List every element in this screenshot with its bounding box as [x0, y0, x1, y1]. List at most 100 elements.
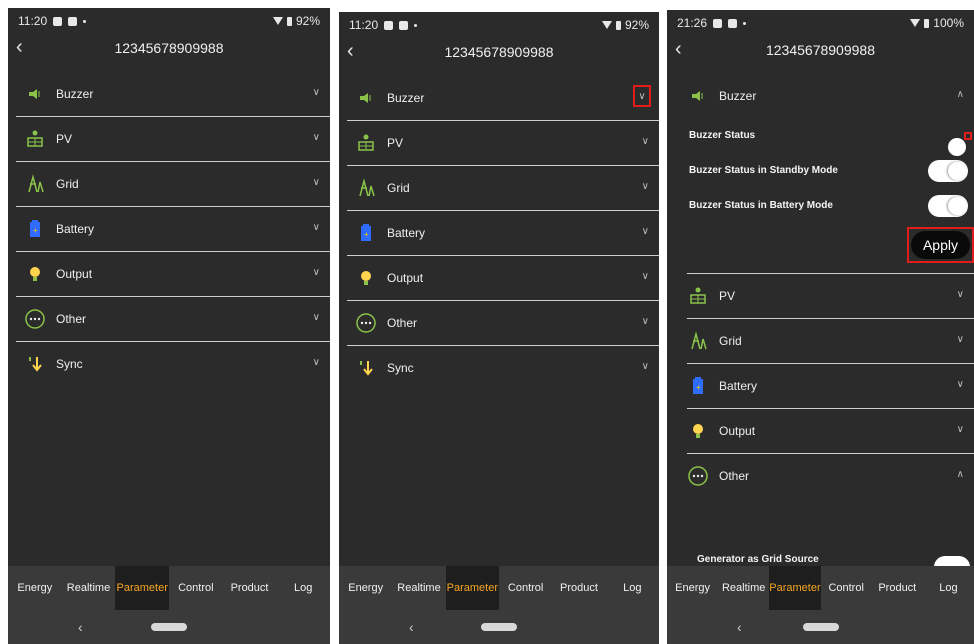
section-pv[interactable]: PV ∨ — [16, 117, 330, 162]
tab-product[interactable]: Product — [872, 566, 923, 610]
chevron-down-icon[interactable]: ∨ — [313, 312, 320, 323]
chevron-up-icon[interactable]: ∧ — [957, 89, 964, 100]
phone-screen-3: 21:26 100% ‹ 12345678909988 Buzzer ∧ Buz… — [667, 10, 974, 644]
parameter-list: Buzzer ∨ PV ∨ Grid ∨ + Battery ∨ Output … — [8, 72, 330, 386]
tab-control[interactable]: Control — [169, 566, 223, 610]
chevron-up-icon[interactable]: ∧ — [957, 469, 964, 480]
battery-percent: 92% — [295, 14, 320, 28]
standby-buzzer-toggle[interactable] — [928, 159, 968, 182]
setting-label: Buzzer Status — [689, 130, 756, 141]
tab-log[interactable]: Log — [606, 566, 659, 610]
tab-control[interactable]: Control — [821, 566, 872, 610]
section-buzzer[interactable]: Buzzer ∨ — [347, 76, 659, 121]
buzzer-settings: Buzzer Status Buzzer Status in Standby M… — [687, 118, 974, 273]
nav-back-icon[interactable]: ‹ — [78, 619, 83, 635]
chevron-down-icon[interactable]: ∨ — [633, 85, 651, 107]
chevron-down-icon[interactable]: ∨ — [313, 87, 320, 98]
section-output[interactable]: Output ∨ — [16, 252, 330, 297]
section-buzzer-expanded: Buzzer ∧ Buzzer Status Buzzer Status in … — [687, 74, 974, 274]
tab-realtime[interactable]: Realtime — [392, 566, 445, 610]
notification-icon — [384, 20, 394, 30]
section-grid[interactable]: Grid ∨ — [687, 319, 974, 364]
chevron-down-icon[interactable]: ∨ — [957, 424, 964, 435]
section-other[interactable]: Other ∨ — [347, 301, 659, 346]
chevron-down-icon[interactable]: ∨ — [957, 334, 964, 345]
chevron-down-icon[interactable]: ∨ — [642, 181, 649, 192]
tab-log[interactable]: Log — [923, 566, 974, 610]
battery-percent: 92% — [624, 18, 649, 32]
tab-realtime[interactable]: Realtime — [62, 566, 116, 610]
chevron-down-icon[interactable]: ∨ — [642, 361, 649, 372]
tab-product[interactable]: Product — [223, 566, 277, 610]
section-pv[interactable]: PV ∨ — [687, 274, 974, 319]
battery-buzzer-toggle[interactable] — [928, 194, 968, 217]
tab-realtime[interactable]: Realtime — [718, 566, 769, 610]
chevron-down-icon[interactable]: ∨ — [313, 267, 320, 278]
lightbulb-icon — [687, 420, 709, 442]
status-bar: 11:20 92% — [8, 8, 330, 34]
apply-highlight: Apply — [906, 227, 974, 263]
chevron-down-icon[interactable]: ∨ — [313, 357, 320, 368]
system-nav-bar: ‹ — [8, 610, 330, 644]
tab-parameter[interactable]: Parameter — [115, 566, 170, 610]
section-label: Sync — [56, 357, 83, 371]
section-grid[interactable]: Grid ∨ — [347, 166, 659, 211]
page-title: 12345678909988 — [114, 40, 224, 56]
notification-icon — [53, 16, 63, 26]
apply-button[interactable]: Apply — [910, 231, 970, 259]
tab-parameter[interactable]: Parameter — [769, 566, 821, 610]
home-pill[interactable] — [802, 623, 839, 631]
setting-label: Buzzer Status in Battery Mode — [689, 200, 833, 211]
status-bar: 21:26 100% — [667, 10, 974, 36]
section-battery[interactable]: + Battery ∨ — [687, 364, 974, 409]
tab-energy[interactable]: Energy — [667, 566, 718, 610]
chevron-down-icon[interactable]: ∨ — [313, 222, 320, 233]
back-icon[interactable]: ‹ — [347, 39, 354, 63]
tab-energy[interactable]: Energy — [339, 566, 392, 610]
nav-back-icon[interactable]: ‹ — [409, 619, 414, 635]
section-label: PV — [56, 132, 73, 146]
chevron-down-icon[interactable]: ∨ — [313, 132, 320, 143]
chevron-down-icon[interactable]: ∨ — [642, 226, 649, 237]
chevron-down-icon[interactable]: ∨ — [642, 136, 649, 147]
chevron-down-icon[interactable]: ∨ — [642, 316, 649, 327]
chevron-down-icon[interactable]: ∨ — [957, 379, 964, 390]
chevron-down-icon[interactable]: ∨ — [313, 177, 320, 188]
tab-log[interactable]: Log — [276, 566, 330, 610]
tab-control[interactable]: Control — [499, 566, 552, 610]
tab-product[interactable]: Product — [552, 566, 605, 610]
status-time: 11:20 — [18, 14, 48, 28]
nav-back-icon[interactable]: ‹ — [737, 619, 742, 635]
grid-tower-icon — [355, 177, 377, 199]
generator-grid-toggle[interactable] — [934, 556, 970, 566]
lightbulb-icon — [24, 263, 46, 285]
back-icon[interactable]: ‹ — [16, 35, 23, 59]
chevron-down-icon[interactable]: ∨ — [957, 289, 964, 300]
tab-energy[interactable]: Energy — [8, 566, 62, 610]
section-battery[interactable]: + Battery ∨ — [347, 211, 659, 256]
home-pill[interactable] — [481, 623, 517, 631]
section-other[interactable]: Other ∧ — [687, 454, 974, 498]
back-icon[interactable]: ‹ — [675, 37, 682, 61]
section-label: Other — [719, 469, 750, 483]
section-label: Sync — [387, 361, 414, 375]
section-sync[interactable]: Sync ∨ — [347, 346, 659, 390]
bottom-tab-bar: Energy Realtime Parameter Control Produc… — [339, 566, 659, 610]
section-buzzer[interactable]: Buzzer ∨ — [16, 72, 330, 117]
section-output[interactable]: Output ∨ — [687, 409, 974, 454]
bottom-tab-bar: Energy Realtime Parameter Control Produc… — [8, 566, 330, 610]
tab-parameter[interactable]: Parameter — [445, 566, 499, 610]
section-grid[interactable]: Grid ∨ — [16, 162, 330, 207]
section-pv[interactable]: PV ∨ — [347, 121, 659, 166]
battery-icon: + — [687, 375, 709, 397]
home-pill[interactable] — [151, 623, 187, 631]
battery-percent: 100% — [933, 16, 964, 30]
svg-text:+: + — [33, 226, 38, 235]
chevron-down-icon[interactable]: ∨ — [642, 271, 649, 282]
parameter-list: Buzzer ∨ PV ∨ Grid ∨ + Battery ∨ Output … — [339, 76, 659, 390]
section-buzzer-header[interactable]: Buzzer ∧ — [687, 74, 974, 118]
section-output[interactable]: Output ∨ — [347, 256, 659, 301]
section-other[interactable]: Other ∨ — [16, 297, 330, 342]
section-sync[interactable]: Sync ∨ — [16, 342, 330, 386]
section-battery[interactable]: + Battery ∨ — [16, 207, 330, 252]
